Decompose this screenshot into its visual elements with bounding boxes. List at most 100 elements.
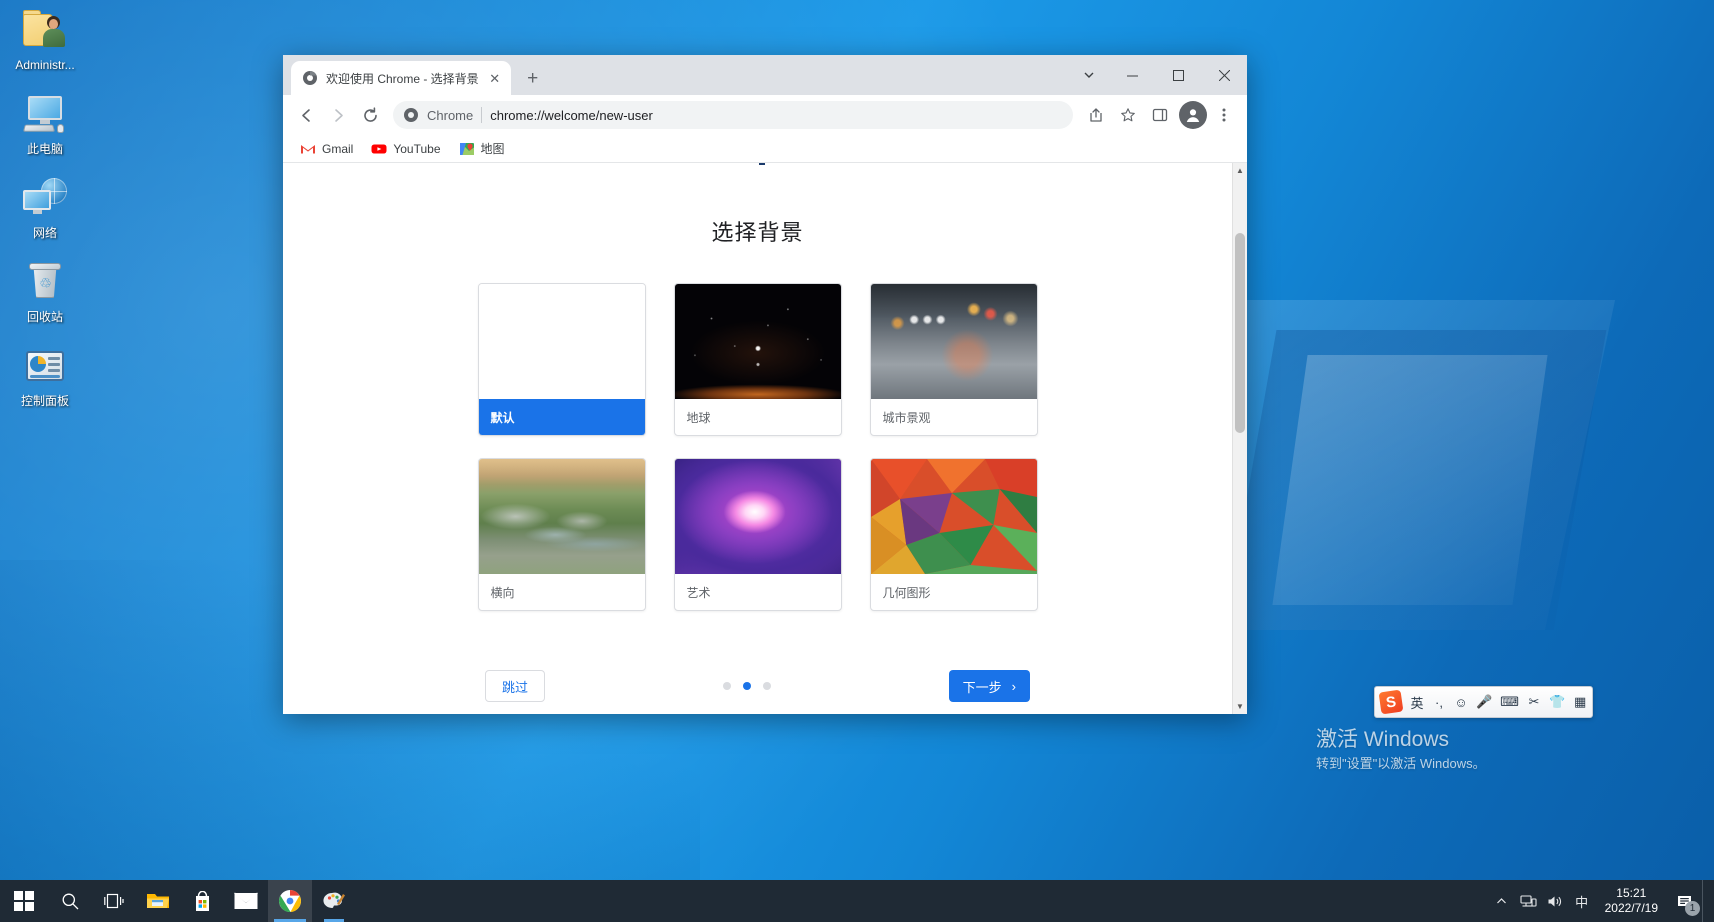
step-dot[interactable] <box>722 682 731 690</box>
bookmark-label: YouTube <box>393 141 441 156</box>
page-scroll-region: 选择背景 默认 地球 城市景观 横向 艺术 几何图形 跳过 下一步 › <box>283 163 1232 714</box>
background-thumbnail <box>870 459 1037 574</box>
ime-indicator[interactable]: 中 <box>1569 880 1595 922</box>
minimize-button[interactable] <box>1109 55 1155 95</box>
bookmark-maps[interactable]: 地图 <box>452 137 512 160</box>
desktop-icon-network[interactable]: 网络 <box>9 174 81 240</box>
page-scrollbar[interactable]: ▲ ▼ <box>1232 163 1247 714</box>
user-folder-icon <box>21 6 69 54</box>
forward-button[interactable] <box>323 100 353 130</box>
this-pc-icon <box>21 90 69 138</box>
watermark-subtitle: 转到"设置"以激活 Windows。 <box>1316 756 1486 771</box>
step-indicator <box>545 682 949 690</box>
new-tab-button[interactable]: + <box>519 64 547 92</box>
omnibox-chip-label: Chrome <box>427 107 474 123</box>
skip-button[interactable]: 跳过 <box>485 670 546 702</box>
background-card-geometric[interactable]: 几何图形 <box>869 458 1038 611</box>
background-thumbnail <box>674 459 841 574</box>
bookmark-label: 地图 <box>480 142 505 156</box>
share-icon[interactable] <box>1081 100 1111 130</box>
desktop-icon-administrator[interactable]: Administr... <box>9 6 81 72</box>
close-window-button[interactable] <box>1201 55 1247 95</box>
reload-button[interactable] <box>355 100 385 130</box>
scroll-down-arrow[interactable]: ▼ <box>1233 699 1247 714</box>
desktop-icon-label: 此电脑 <box>26 142 63 156</box>
background-label: 默认 <box>478 399 645 435</box>
background-thumbnail <box>478 284 645 399</box>
search-icon[interactable] <box>48 880 92 922</box>
ime-softkeyboard-icon[interactable]: ⌨ <box>1500 694 1519 710</box>
background-label: 艺术 <box>686 585 711 600</box>
chrome-icon[interactable] <box>268 880 312 922</box>
omnibox-separator <box>481 107 483 123</box>
next-button-label: 下一步 <box>962 679 1002 695</box>
volume-tray-icon[interactable] <box>1542 880 1569 922</box>
ime-screenshot-icon[interactable]: ✂ <box>1527 694 1541 710</box>
close-icon[interactable]: ✕ <box>487 70 503 86</box>
ime-emoji-icon[interactable]: ☺ <box>1454 695 1468 710</box>
recycle-bin-icon: ♲ <box>21 258 69 306</box>
desktop[interactable]: Administr... 此电脑 网络 ♲ 回收站 控制面板 欢迎使用 Chro… <box>0 0 1714 922</box>
background-card-art[interactable]: 艺术 <box>673 458 842 611</box>
step-dot-active[interactable] <box>742 682 751 690</box>
bookmark-gmail[interactable]: Gmail <box>293 138 360 160</box>
background-thumbnail <box>870 284 1037 399</box>
wallpaper-shape <box>1223 330 1607 630</box>
chrome-globe-icon <box>302 70 318 86</box>
clock[interactable]: 15:21 2022/7/19 <box>1595 880 1668 922</box>
tab-strip: 欢迎使用 Chrome - 选择背景 ✕ + <box>283 55 1247 95</box>
desktop-icon-this-pc[interactable]: 此电脑 <box>9 90 81 156</box>
activation-watermark: 激活 Windows 转到"设置"以激活 Windows。 <box>1316 726 1486 774</box>
ime-punctuation-icon[interactable]: ·, <box>1432 695 1446 710</box>
wallpaper-shape <box>1272 355 1548 605</box>
browser-tab[interactable]: 欢迎使用 Chrome - 选择背景 ✕ <box>291 61 511 95</box>
start-button[interactable] <box>0 880 48 922</box>
taskbar: 中 15:21 2022/7/19 1 <box>0 880 1714 922</box>
chrome-logo-icon <box>403 107 419 123</box>
ime-toolbar[interactable]: S 英 ·, ☺ 🎤 ⌨ ✂ 👕 ▦ <box>1374 686 1594 718</box>
microsoft-store-icon[interactable] <box>180 880 224 922</box>
ime-skin-icon[interactable]: 👕 <box>1549 694 1565 710</box>
file-explorer-icon[interactable] <box>136 880 180 922</box>
menu-button[interactable] <box>1209 100 1239 130</box>
notification-center-button[interactable]: 1 <box>1668 880 1702 922</box>
avatar[interactable] <box>1179 101 1207 129</box>
ime-voice-icon[interactable]: 🎤 <box>1476 694 1492 710</box>
desktop-icon-label: 网络 <box>32 226 57 240</box>
sogou-logo-icon[interactable]: S <box>1378 689 1404 715</box>
network-tray-icon[interactable] <box>1515 880 1542 922</box>
clock-time: 15:21 <box>1616 886 1647 900</box>
scrollbar-thumb[interactable] <box>1235 233 1245 433</box>
chevron-down-icon[interactable] <box>1075 61 1103 89</box>
step-dot[interactable] <box>762 682 771 690</box>
background-card-default[interactable]: 默认 <box>477 283 646 436</box>
maximize-button[interactable] <box>1155 55 1201 95</box>
background-label: 地球 <box>686 410 711 425</box>
mail-icon[interactable] <box>224 880 268 922</box>
ime-toolbox-icon[interactable]: ▦ <box>1573 694 1587 710</box>
address-bar[interactable]: Chrome chrome://welcome/new-user <box>393 101 1073 129</box>
back-button[interactable] <box>291 100 321 130</box>
paint-icon[interactable] <box>312 880 356 922</box>
desktop-icon-recycle-bin[interactable]: ♲ 回收站 <box>9 258 81 324</box>
ime-mode-icon[interactable]: 英 <box>1410 693 1424 712</box>
background-card-earth[interactable]: 地球 <box>673 283 842 436</box>
desktop-icon-label: 回收站 <box>26 310 63 324</box>
star-icon[interactable] <box>1113 100 1143 130</box>
scroll-up-arrow[interactable]: ▲ <box>1233 163 1247 178</box>
tray-expand-icon[interactable] <box>1489 880 1515 922</box>
task-view-icon[interactable] <box>92 880 136 922</box>
next-button[interactable]: 下一步 › <box>948 670 1030 702</box>
bookmark-youtube[interactable]: YouTube <box>364 138 447 160</box>
omnibox-url: chrome://welcome/new-user <box>490 107 653 123</box>
background-thumbnail <box>674 284 841 399</box>
background-card-landscape[interactable]: 横向 <box>477 458 646 611</box>
desktop-icon-control-panel[interactable]: 控制面板 <box>9 342 81 408</box>
chrome-browser-window[interactable]: 欢迎使用 Chrome - 选择背景 ✕ + Chrome chrome://w… <box>283 55 1247 714</box>
side-panel-icon[interactable] <box>1145 100 1175 130</box>
show-desktop-button[interactable] <box>1702 880 1708 922</box>
background-label: 城市景观 <box>882 410 931 425</box>
background-card-cityscape[interactable]: 城市景观 <box>869 283 1038 436</box>
chrome-welcome-logo <box>283 163 1232 177</box>
page-title: 选择背景 <box>711 220 804 245</box>
